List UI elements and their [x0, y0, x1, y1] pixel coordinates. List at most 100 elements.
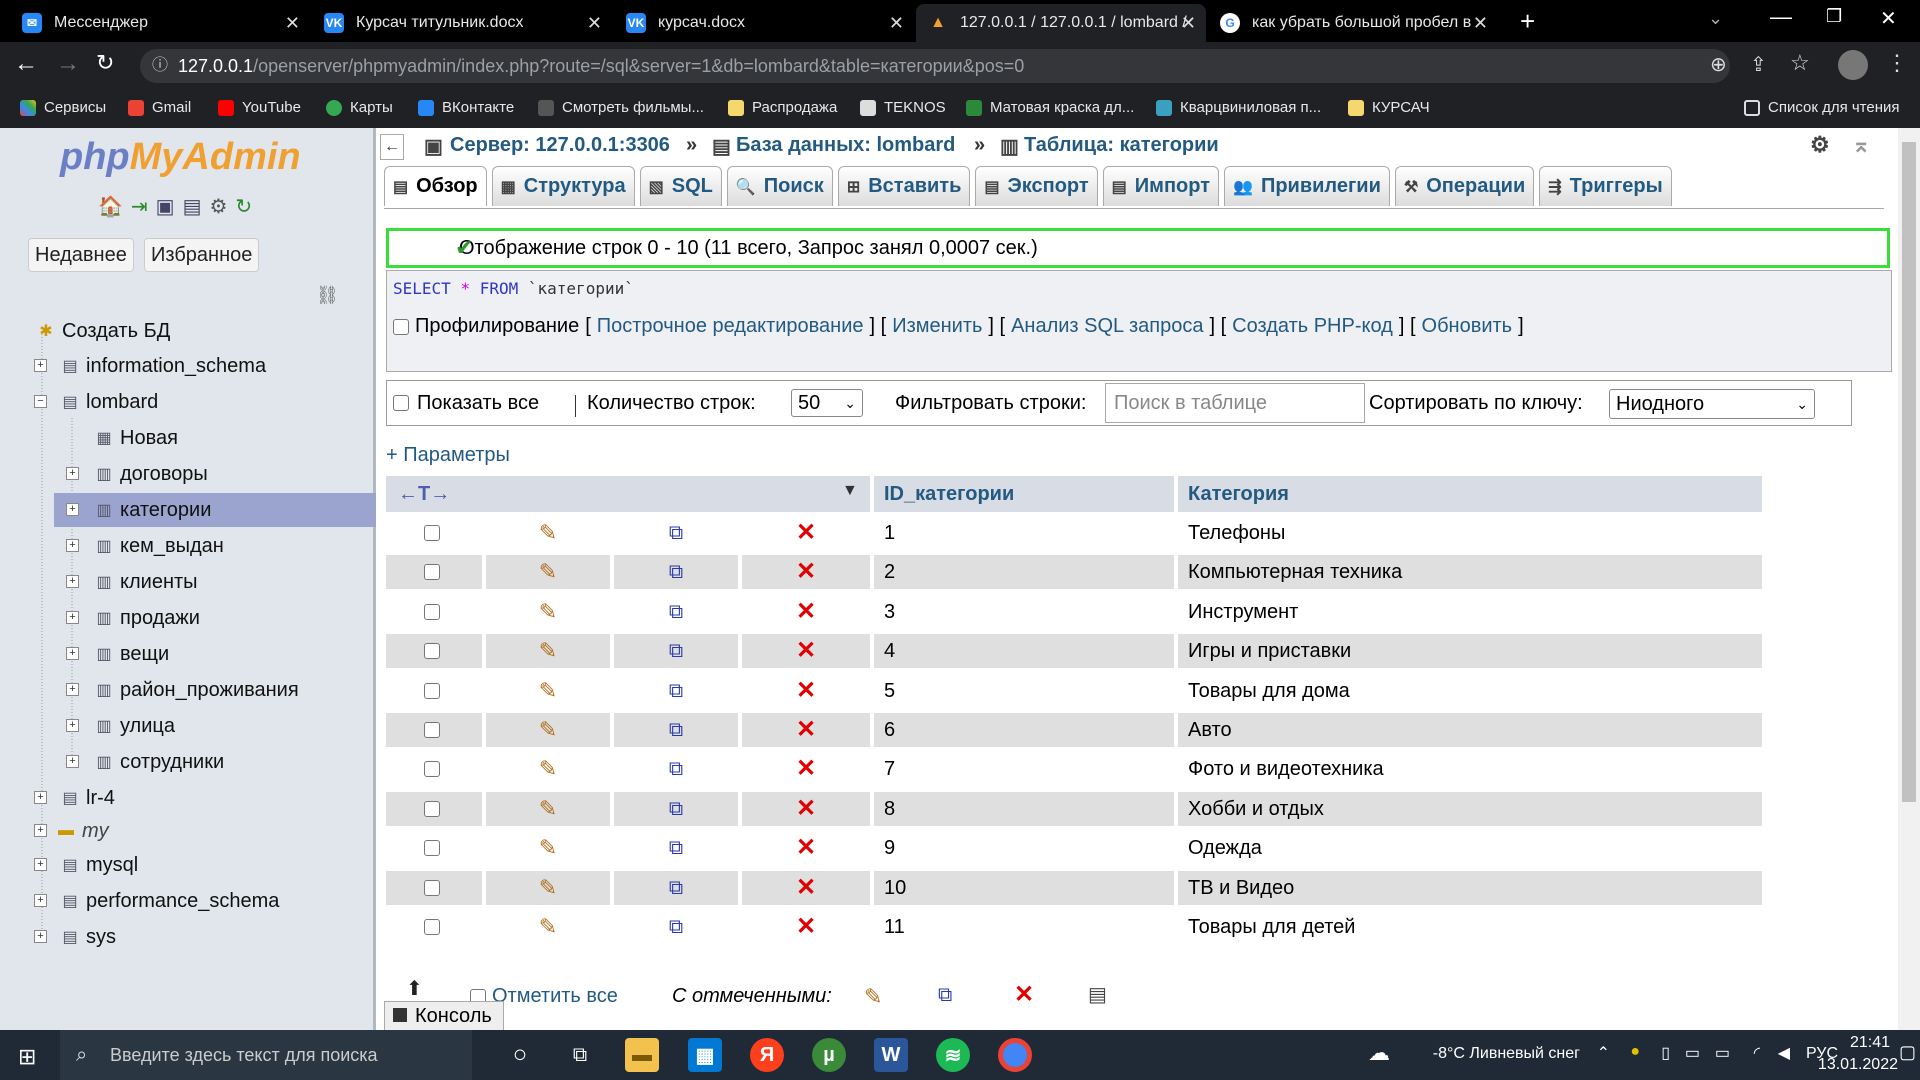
- copy-row-icon[interactable]: ⧉: [614, 516, 738, 550]
- tree-table-sotrudniki[interactable]: + ▥ сотрудники: [66, 745, 224, 779]
- tab-import[interactable]: ▤ Импорт: [1102, 166, 1220, 206]
- window-close-button[interactable]: ✕: [1880, 6, 1897, 31]
- clock-date[interactable]: 13.01.2022: [1818, 1056, 1898, 1074]
- cell-id[interactable]: 3: [874, 594, 1174, 629]
- tree-db-my[interactable]: + ▬ my: [34, 814, 109, 848]
- tree-table-dogovory[interactable]: + ▥ договоры: [66, 457, 208, 491]
- delete-row-icon[interactable]: ✕: [742, 791, 870, 826]
- bookmark-vinyl[interactable]: Кварцвиниловая п...: [1156, 99, 1321, 116]
- edit-row-icon[interactable]: ✎: [486, 713, 610, 747]
- copy-row-icon[interactable]: ⧉: [614, 673, 738, 708]
- row-checkbox[interactable]: [424, 919, 440, 935]
- copy-row-icon[interactable]: ⧉: [614, 752, 738, 787]
- cell-category[interactable]: Компьютерная техника: [1178, 555, 1762, 590]
- bookmark-maps[interactable]: Карты: [326, 99, 393, 116]
- tab-insert[interactable]: ⊞ Вставить: [837, 166, 971, 206]
- tab-triggers[interactable]: ⇶ Триггеры: [1539, 166, 1672, 206]
- tree-db-sys[interactable]: + ▤ sys: [34, 920, 116, 954]
- reload-icon[interactable]: ↻: [96, 50, 114, 76]
- tree-db-lombard[interactable]: − ▤ lombard: [34, 385, 158, 419]
- delete-row-icon[interactable]: ✕: [742, 910, 870, 944]
- delete-row-icon[interactable]: ✕: [742, 713, 870, 747]
- edit-row-icon[interactable]: ✎: [486, 870, 610, 905]
- options-dropdown-icon[interactable]: ▼: [842, 482, 858, 500]
- browser-tab-kursach[interactable]: VK курсач.docx ✕: [614, 4, 914, 42]
- row-checkbox[interactable]: [424, 879, 440, 896]
- delete-row-icon[interactable]: ✕: [742, 594, 870, 629]
- battery-icon[interactable]: ▭: [1715, 1043, 1730, 1063]
- cell-id[interactable]: 2: [874, 555, 1174, 590]
- edit-row-icon[interactable]: ✎: [486, 791, 610, 826]
- bookmark-gmail[interactable]: Gmail: [128, 99, 191, 116]
- expand-icon[interactable]: +: [34, 791, 47, 804]
- edit-row-icon[interactable]: ✎: [486, 555, 610, 590]
- bookmark-sale[interactable]: Распродажа: [728, 99, 837, 116]
- create-db-link[interactable]: ✱ Создать БД: [36, 314, 170, 348]
- show-all-checkbox[interactable]: [393, 395, 409, 411]
- store-icon[interactable]: ▦: [688, 1038, 722, 1072]
- cell-id[interactable]: 11: [874, 910, 1174, 944]
- tree-db-lr-4[interactable]: + ▤ lr-4: [34, 781, 115, 815]
- row-checkbox[interactable]: [424, 840, 440, 857]
- sql-query[interactable]: SELECT * FROM `категории`: [393, 279, 634, 298]
- back-arrow-icon[interactable]: ←: [14, 50, 38, 78]
- bookmark-vk[interactable]: ВКонтакте: [418, 99, 514, 116]
- row-count-select[interactable]: 50 ⌄: [791, 389, 863, 417]
- notifications-icon[interactable]: ▢: [1899, 1042, 1916, 1063]
- edit-row-icon[interactable]: ✎: [486, 673, 610, 708]
- delete-row-icon[interactable]: ✕: [742, 555, 870, 590]
- refresh-link[interactable]: Обновить: [1422, 315, 1513, 338]
- cell-id[interactable]: 4: [874, 634, 1174, 669]
- close-icon[interactable]: ✕: [1473, 13, 1488, 34]
- expand-icon[interactable]: +: [66, 575, 79, 588]
- tree-table-raion[interactable]: + ▥ район_проживания: [66, 673, 299, 707]
- copy-row-icon[interactable]: ⧉: [614, 870, 738, 905]
- column-header-category[interactable]: Категория: [1178, 476, 1762, 512]
- expand-icon[interactable]: +: [66, 503, 79, 516]
- cell-category[interactable]: Авто: [1178, 713, 1762, 747]
- row-select-cell[interactable]: [386, 752, 482, 787]
- browser-tab-phpmyadmin[interactable]: ▲ 127.0.0.1 / 127.0.0.1 / lombard / ✕: [916, 4, 1206, 42]
- delete-row-icon[interactable]: ✕: [742, 870, 870, 905]
- edit-row-icon[interactable]: ✎: [486, 516, 610, 550]
- row-select-cell[interactable]: [386, 594, 482, 629]
- task-view-icon[interactable]: ⧉: [563, 1038, 597, 1072]
- browser-tab-google[interactable]: G как убрать большой пробел в ✕: [1208, 4, 1498, 42]
- cell-id[interactable]: 9: [874, 831, 1174, 866]
- copy-row-icon[interactable]: ⧉: [614, 791, 738, 826]
- tree-db-performance-schema[interactable]: + ▤ performance_schema: [34, 884, 279, 918]
- copy-selected-icon[interactable]: ⧉: [938, 984, 952, 1007]
- delete-row-icon[interactable]: ✕: [742, 752, 870, 787]
- expand-icon[interactable]: +: [66, 611, 79, 624]
- utorrent-icon[interactable]: µ: [812, 1038, 846, 1072]
- tray-device-icon[interactable]: ▯: [1661, 1043, 1670, 1063]
- breadcrumb-server[interactable]: Сервер: 127.0.0.1:3306: [450, 134, 670, 157]
- tray-app-icon[interactable]: ●: [1630, 1043, 1640, 1061]
- cell-category[interactable]: Фото и видеотехника: [1178, 752, 1762, 787]
- expand-icon[interactable]: +: [66, 647, 79, 660]
- page-scrollbar[interactable]: [1898, 128, 1920, 1030]
- browser-tab-kursach-title[interactable]: VK Курсач титульник.docx ✕: [312, 4, 612, 42]
- copy-row-icon[interactable]: ⧉: [614, 594, 738, 629]
- bookmark-teknos[interactable]: TEKNOS: [860, 99, 946, 116]
- cell-id[interactable]: 7: [874, 752, 1174, 787]
- tree-table-klienty[interactable]: + ▥ клиенты: [66, 565, 198, 599]
- bookmark-paint[interactable]: Матовая краска дл...: [966, 99, 1134, 116]
- expand-icon[interactable]: +: [34, 824, 47, 837]
- menu-icon[interactable]: ⋮: [1886, 50, 1908, 76]
- cell-id[interactable]: 6: [874, 713, 1174, 747]
- profile-avatar[interactable]: [1838, 50, 1868, 80]
- tab-sql[interactable]: ▧ SQL: [639, 166, 722, 206]
- tab-browse[interactable]: ▤ Обзор: [384, 166, 487, 206]
- console-toggle[interactable]: Консоль: [384, 1001, 504, 1031]
- cell-id[interactable]: 10: [874, 870, 1174, 905]
- row-checkbox[interactable]: [424, 643, 440, 660]
- copy-row-icon[interactable]: ⧉: [614, 831, 738, 866]
- row-select-cell[interactable]: [386, 713, 482, 747]
- expand-icon[interactable]: +: [66, 467, 79, 480]
- tree-table-prodazhi[interactable]: + ▥ продажи: [66, 601, 200, 635]
- cell-category[interactable]: Инструмент: [1178, 594, 1762, 629]
- column-resize-handle[interactable]: ←T→: [386, 476, 870, 512]
- collapse-top-icon[interactable]: ⌅: [1852, 132, 1870, 158]
- tree-new-table[interactable]: ▦ Новая: [66, 421, 177, 455]
